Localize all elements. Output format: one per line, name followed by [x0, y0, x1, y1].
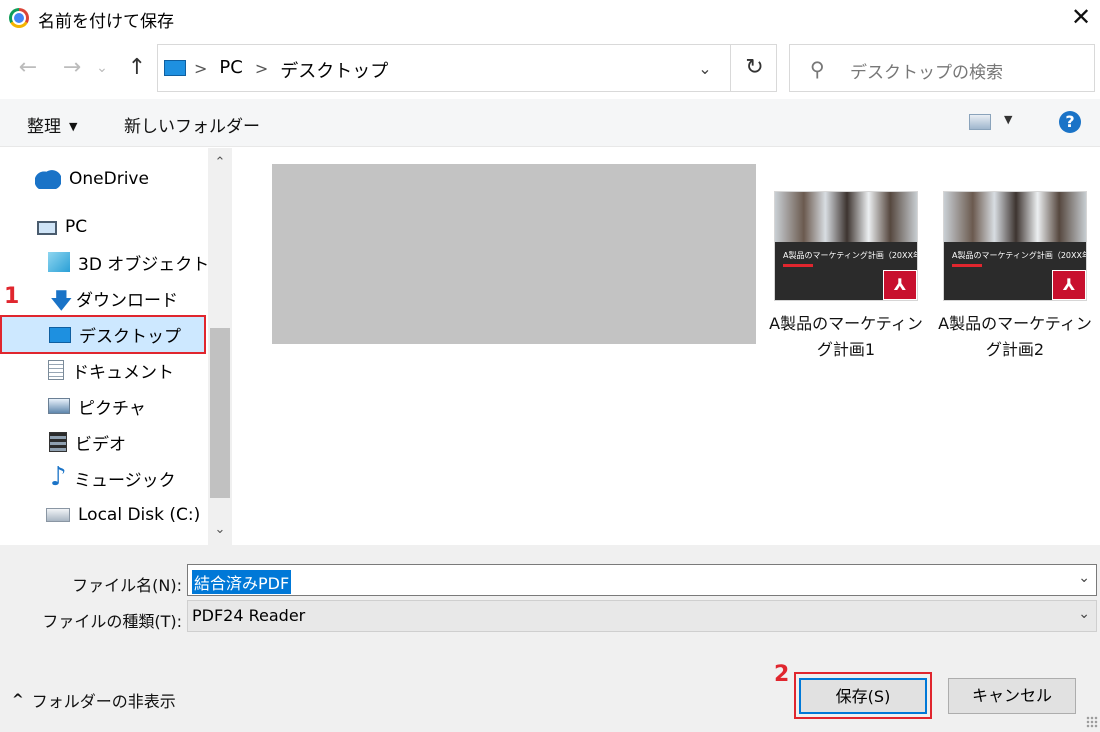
refresh-icon[interactable]: ↻	[730, 45, 778, 91]
desktop-icon	[164, 60, 186, 76]
file-thumbnail: A製品のマーケティング計画（20XX年） ⅄	[774, 191, 918, 301]
step-2-marker: 2	[774, 662, 790, 687]
forward-arrow-icon[interactable]: →	[57, 52, 87, 84]
file-name: A製品のマーケティング計画2	[938, 314, 1092, 359]
sidebar-item-label: ピクチャ	[78, 398, 146, 419]
filename-input[interactable]: 結合済みPDF	[192, 570, 292, 594]
pc-icon	[37, 221, 57, 235]
disk-icon	[46, 508, 70, 522]
save-button[interactable]: 保存(S)	[799, 678, 927, 714]
desktop-icon	[49, 326, 71, 343]
file-thumbnail-placeholder[interactable]	[272, 164, 756, 344]
sidebar-item-label: OneDrive	[69, 169, 149, 189]
sidebar-item-label: デスクトップ	[79, 327, 181, 347]
address-dropdown-chevron-icon[interactable]: ⌄	[690, 55, 720, 83]
sidebar-item-music[interactable]: ミュージック	[50, 461, 176, 495]
thumbnail-title: A製品のマーケティング計画（20XX年）	[952, 251, 1087, 260]
sidebar-item-label: Local Disk (C:)	[78, 505, 201, 525]
sidebar-item-label: ビデオ	[75, 434, 126, 455]
sidebar-item-label: ダウンロード	[76, 290, 178, 311]
filename-field[interactable]: 結合済みPDF ⌄	[187, 564, 1097, 596]
sidebar-item-desktop[interactable]: デスクトップ	[0, 315, 206, 354]
chevron-up-icon: ^	[12, 692, 24, 708]
sidebar-item-onedrive[interactable]: OneDrive	[35, 162, 149, 196]
sidebar-item-videos[interactable]: ビデオ	[49, 425, 126, 459]
sidebar-item-downloads[interactable]: ダウンロード	[50, 281, 178, 322]
hide-folders-toggle[interactable]: ^ フォルダーの非表示	[12, 688, 176, 712]
download-icon	[50, 284, 73, 322]
sidebar-item-3d-objects[interactable]: 3D オブジェクト	[48, 245, 209, 279]
thumbnail-photo	[944, 192, 1086, 242]
breadcrumb-separator-icon: >	[254, 59, 269, 78]
filetype-value: PDF24 Reader	[192, 606, 306, 625]
search-input[interactable]: デスクトップの検索	[850, 58, 1003, 83]
toolbar: 整理 ▼ 新しいフォルダー ▼ ?	[0, 99, 1100, 147]
document-icon	[48, 360, 64, 380]
resize-grip-icon[interactable]	[1086, 716, 1098, 728]
chevron-up-icon[interactable]: ⌃	[208, 148, 232, 178]
thumbnail-photo	[775, 192, 917, 242]
organize-label: 整理	[27, 117, 61, 137]
pdf-icon: ⅄	[883, 270, 917, 300]
breadcrumb-separator-icon: >	[194, 59, 208, 78]
caret-down-icon: ▼	[69, 120, 78, 133]
organize-button[interactable]: 整理 ▼	[27, 112, 77, 137]
chevron-down-icon[interactable]: ⌄	[208, 515, 232, 545]
3d-objects-icon	[48, 252, 70, 272]
filetype-select[interactable]: PDF24 Reader ⌄	[187, 600, 1097, 632]
close-icon[interactable]: ✕	[1066, 2, 1096, 32]
caret-down-icon[interactable]: ▼	[1004, 113, 1012, 126]
breadcrumb-desktop[interactable]: デスクトップ	[280, 57, 388, 83]
cloud-icon	[35, 169, 61, 189]
sidebar-item-local-disk[interactable]: Local Disk (C:)	[46, 498, 200, 532]
address-bar[interactable]: > PC > デスクトップ ⌄ ↻	[157, 44, 777, 92]
scrollbar-thumb[interactable]	[210, 328, 230, 498]
cancel-button[interactable]: キャンセル	[948, 678, 1076, 714]
thumbnail-accent	[783, 264, 813, 267]
video-icon	[49, 432, 67, 452]
back-arrow-icon[interactable]: ←	[13, 52, 43, 84]
sidebar-item-documents[interactable]: ドキュメント	[48, 353, 174, 387]
filetype-label: ファイルの種類(T):	[42, 612, 182, 631]
breadcrumb: > PC > デスクトップ	[194, 57, 388, 83]
sidebar-scrollbar[interactable]: ⌃ ⌄	[208, 148, 232, 545]
chrome-icon	[9, 8, 29, 28]
help-icon[interactable]: ?	[1059, 111, 1081, 133]
sidebar-item-label: 3D オブジェクト	[78, 254, 210, 275]
file-item[interactable]: A製品のマーケティング計画（20XX年） ⅄ A製品のマーケティング計画2	[935, 191, 1095, 363]
window-title: 名前を付けて保存	[38, 12, 174, 32]
new-folder-button[interactable]: 新しいフォルダー	[124, 112, 260, 137]
up-arrow-icon[interactable]: ↑	[122, 52, 152, 84]
chevron-down-icon[interactable]: ⌄	[1078, 570, 1090, 586]
search-box[interactable]: ⚲ デスクトップの検索	[789, 44, 1095, 92]
thumbnail-title: A製品のマーケティング計画（20XX年）	[783, 251, 918, 260]
file-name: A製品のマーケティング計画1	[769, 314, 923, 359]
file-thumbnail: A製品のマーケティング計画（20XX年） ⅄	[943, 191, 1087, 301]
chevron-down-icon[interactable]: ⌄	[1078, 606, 1090, 622]
picture-icon	[48, 398, 70, 414]
sidebar-item-label: ドキュメント	[72, 362, 174, 383]
pdf-icon: ⅄	[1052, 270, 1086, 300]
search-icon: ⚲	[810, 57, 825, 81]
sidebar-item-label: ミュージック	[74, 470, 176, 491]
recent-locations-chevron-icon[interactable]: ⌄	[92, 52, 112, 84]
breadcrumb-pc[interactable]: PC	[219, 57, 242, 83]
view-options-icon[interactable]	[969, 114, 991, 130]
file-item[interactable]: A製品のマーケティング計画（20XX年） ⅄ A製品のマーケティング計画1	[766, 191, 926, 363]
thumbnail-accent	[952, 264, 982, 267]
hide-folders-label: フォルダーの非表示	[31, 692, 176, 711]
music-icon	[50, 462, 67, 492]
sidebar-item-pictures[interactable]: ピクチャ	[48, 389, 146, 423]
filename-label: ファイル名(N):	[72, 576, 182, 595]
title-bar: 名前を付けて保存 ✕	[0, 0, 1100, 36]
step-1-marker: 1	[4, 284, 20, 309]
sidebar-item-label: PC	[65, 217, 88, 237]
sidebar-item-pc[interactable]: PC	[37, 210, 87, 244]
